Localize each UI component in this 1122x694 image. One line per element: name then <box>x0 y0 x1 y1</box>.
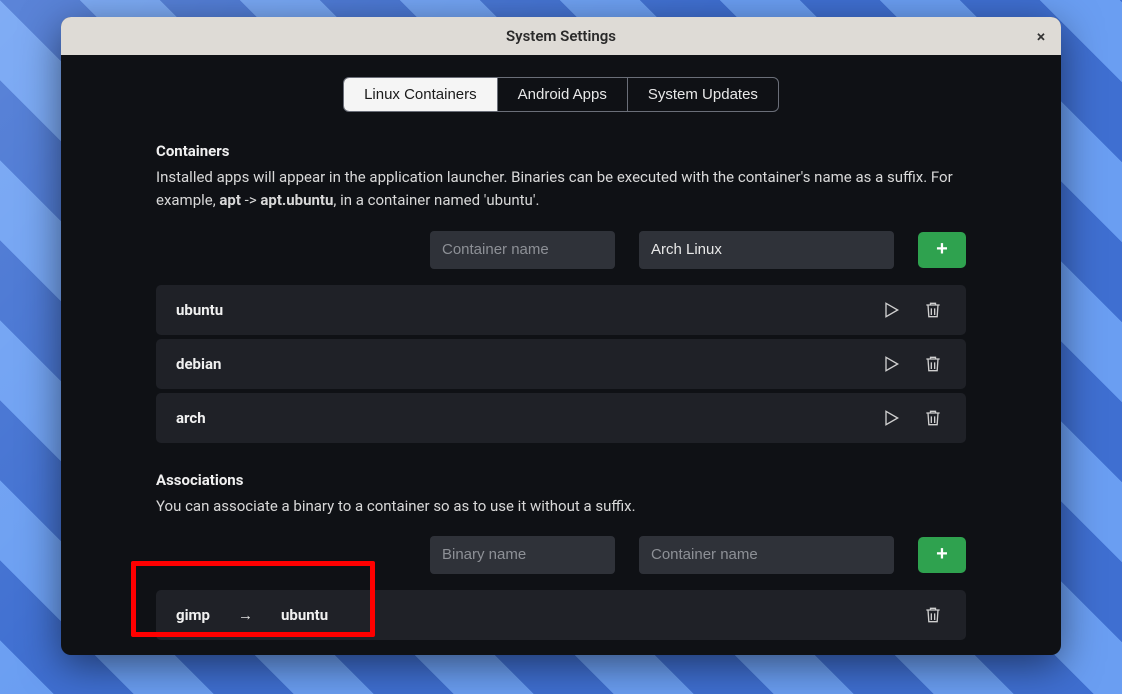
container-name-label: ubuntu <box>176 301 223 319</box>
trash-icon <box>923 300 943 320</box>
container-name-label: debian <box>176 355 221 373</box>
association-binary-label: gimp <box>176 606 210 624</box>
window-title: System Settings <box>506 27 616 45</box>
play-icon <box>881 408 901 428</box>
window-close-button[interactable]: × <box>1031 26 1051 46</box>
container-start-button[interactable] <box>878 351 904 377</box>
association-container-input[interactable] <box>639 536 894 574</box>
tab-bar: Linux Containers Android Apps System Upd… <box>61 77 1061 112</box>
container-row-arch: arch <box>156 393 966 443</box>
container-distro-select[interactable] <box>639 231 894 269</box>
add-container-row: + <box>156 231 966 269</box>
add-association-row: + <box>156 536 966 574</box>
arrow-icon: → <box>226 606 265 624</box>
container-start-button[interactable] <box>878 297 904 323</box>
container-delete-button[interactable] <box>920 351 946 377</box>
association-delete-button[interactable] <box>920 602 946 628</box>
container-delete-button[interactable] <box>920 405 946 431</box>
add-association-button[interactable]: + <box>918 537 966 573</box>
tab-system-updates[interactable]: System Updates <box>627 78 778 111</box>
associations-heading: Associations <box>156 471 966 489</box>
trash-icon <box>923 354 943 374</box>
container-name-label: arch <box>176 409 206 427</box>
desc-bold-apt: apt <box>219 191 241 209</box>
container-row-ubuntu: ubuntu <box>156 285 966 335</box>
window-content: Linux Containers Android Apps System Upd… <box>61 55 1061 655</box>
desc-text: , in a container named 'ubuntu'. <box>333 191 539 209</box>
binary-name-input[interactable] <box>430 536 615 574</box>
trash-icon <box>923 605 943 625</box>
containers-section: Containers Installed apps will appear in… <box>156 142 966 443</box>
container-name-input[interactable] <box>430 231 615 269</box>
play-icon <box>881 300 901 320</box>
tab-android-apps[interactable]: Android Apps <box>497 78 627 111</box>
play-icon <box>881 354 901 374</box>
desc-text: -> <box>241 191 260 209</box>
tab-linux-containers[interactable]: Linux Containers <box>344 78 497 111</box>
container-row-debian: debian <box>156 339 966 389</box>
containers-heading: Containers <box>156 142 966 160</box>
associations-description: You can associate a binary to a containe… <box>156 495 966 518</box>
settings-window: System Settings × Linux Containers Andro… <box>61 17 1061 655</box>
add-container-button[interactable]: + <box>918 232 966 268</box>
container-delete-button[interactable] <box>920 297 946 323</box>
titlebar: System Settings × <box>61 17 1061 55</box>
trash-icon <box>923 408 943 428</box>
containers-description: Installed apps will appear in the applic… <box>156 166 966 213</box>
desc-bold-aptubuntu: apt.ubuntu <box>260 191 333 209</box>
tab-group: Linux Containers Android Apps System Upd… <box>343 77 779 112</box>
association-row-gimp: gimp → ubuntu <box>156 590 966 640</box>
container-start-button[interactable] <box>878 405 904 431</box>
association-container-label: ubuntu <box>281 606 328 624</box>
associations-section: Associations You can associate a binary … <box>156 471 966 640</box>
